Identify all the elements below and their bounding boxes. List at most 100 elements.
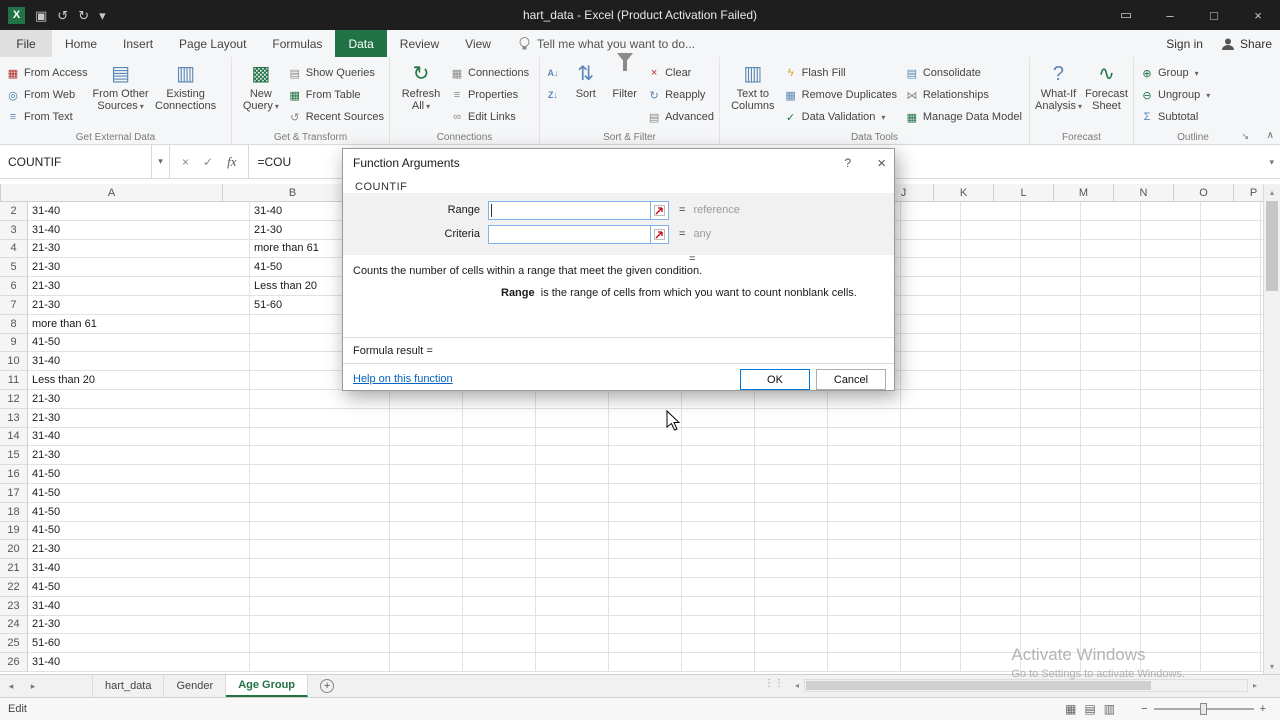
cell-M21[interactable] [1081,559,1141,578]
cell-K8[interactable] [961,314,1021,334]
cell-F26[interactable] [609,653,682,672]
flash-fill-button[interactable]: ϟ Flash Fill [782,63,903,83]
cell-L16[interactable] [1021,465,1081,484]
column-header-N[interactable]: N [1114,184,1174,202]
scroll-right-icon[interactable]: ▸ [1248,681,1262,690]
sort-button[interactable]: ⇅ Sort [567,60,604,100]
cell-A26[interactable]: 31-40 [28,653,250,672]
cell-E16[interactable] [536,465,609,484]
existing-connections-button[interactable]: ▥ Existing Connections [152,60,220,112]
page-layout-view-icon[interactable]: ▤ [1084,702,1095,716]
cell-C25[interactable] [390,634,463,654]
cell-B26[interactable] [250,653,390,672]
cell-A2[interactable]: 31-40 [28,202,250,221]
cell-G13[interactable] [682,408,755,428]
cell-H16[interactable] [755,465,828,484]
vertical-scrollbar[interactable]: ▴ ▾ [1263,184,1280,674]
row-header-19[interactable]: 19 [0,521,28,541]
recent-sources-button[interactable]: ↺ Recent Sources [286,107,386,127]
cell-N11[interactable] [1141,371,1201,390]
cell-B23[interactable] [250,596,390,616]
previous-sheet-icon[interactable]: ◂ [0,675,22,697]
cell-J19[interactable] [901,521,961,541]
row-header-23[interactable]: 23 [0,596,28,616]
column-header-P[interactable]: P [1234,184,1263,202]
cell-F18[interactable] [609,502,682,522]
cell-O21[interactable] [1201,559,1261,578]
cell-I22[interactable] [828,577,901,597]
zoom-slider[interactable] [1199,703,1207,715]
cell-A10[interactable]: 31-40 [28,352,250,372]
row-header-8[interactable]: 8 [0,314,28,334]
cell-K18[interactable] [961,502,1021,522]
cell-H18[interactable] [755,502,828,522]
cell-D12[interactable] [463,389,536,409]
cell-F13[interactable] [609,408,682,428]
cell-A24[interactable]: 21-30 [28,615,250,635]
cell-F17[interactable] [609,483,682,503]
confirm-entry-icon[interactable]: ✓ [203,155,213,169]
expand-formula-bar-icon[interactable]: ▾ [1269,145,1274,179]
cell-L6[interactable] [1021,277,1081,296]
cell-N13[interactable] [1141,408,1201,428]
data-validation-button[interactable]: ✓ Data Validation ▾ [782,107,903,127]
cell-N15[interactable] [1141,446,1201,466]
refresh-all-button[interactable]: ↻ Refresh All ▾ [394,60,448,113]
cell-L26[interactable] [1021,653,1081,672]
cell-H20[interactable] [755,540,828,560]
formula-input[interactable]: =COU [249,145,291,178]
cell-K2[interactable] [961,202,1021,221]
cell-D21[interactable] [463,559,536,578]
dialog-launcher-icon[interactable]: ↘ [1241,131,1249,142]
cell-G22[interactable] [682,577,755,597]
range-input[interactable] [488,200,651,220]
cell-D20[interactable] [463,540,536,560]
cell-A9[interactable]: 41-50 [28,333,250,353]
cell-E19[interactable] [536,521,609,541]
cell-C14[interactable] [390,427,463,447]
cell-L21[interactable] [1021,559,1081,578]
cell-H24[interactable] [755,615,828,635]
cell-K25[interactable] [961,634,1021,654]
cell-L22[interactable] [1021,577,1081,597]
close-button[interactable]: × [1236,0,1280,30]
cell-E21[interactable] [536,559,609,578]
cell-L3[interactable] [1021,220,1081,240]
vertical-scroll-thumb[interactable] [1266,201,1278,291]
cell-M22[interactable] [1081,577,1141,597]
cell-L23[interactable] [1021,596,1081,616]
cell-N26[interactable] [1141,653,1201,672]
cell-N10[interactable] [1141,352,1201,372]
cell-A19[interactable]: 41-50 [28,521,250,541]
tab-data[interactable]: Data [335,30,387,57]
cell-K15[interactable] [961,446,1021,466]
cell-K6[interactable] [961,277,1021,296]
cell-F19[interactable] [609,521,682,541]
cell-M26[interactable] [1081,653,1141,672]
cell-C21[interactable] [390,559,463,578]
cell-C26[interactable] [390,653,463,672]
group-button[interactable]: ⊕ Group ▾ [1138,63,1212,83]
row-header-4[interactable]: 4 [0,239,28,259]
cell-N9[interactable] [1141,333,1201,353]
ungroup-button[interactable]: ⊖ Ungroup ▾ [1138,85,1212,105]
cell-N21[interactable] [1141,559,1201,578]
text-to-columns-button[interactable]: ▥ Text to Columns [724,60,782,112]
cell-A5[interactable]: 21-30 [28,258,250,278]
cell-A14[interactable]: 31-40 [28,427,250,447]
cell-M24[interactable] [1081,615,1141,635]
cell-J10[interactable] [901,352,961,372]
cell-N17[interactable] [1141,483,1201,503]
cell-B16[interactable] [250,465,390,484]
cell-J21[interactable] [901,559,961,578]
cell-H15[interactable] [755,446,828,466]
cell-H13[interactable] [755,408,828,428]
cell-A11[interactable]: Less than 20 [28,371,250,390]
from-table-button[interactable]: ▦ From Table [286,85,386,105]
zoom-out-icon[interactable]: − [1141,703,1147,715]
subtotal-button[interactable]: Σ Subtotal [1138,107,1212,127]
tab-formulas[interactable]: Formulas [259,30,335,57]
cell-H14[interactable] [755,427,828,447]
cell-E26[interactable] [536,653,609,672]
cell-L19[interactable] [1021,521,1081,541]
